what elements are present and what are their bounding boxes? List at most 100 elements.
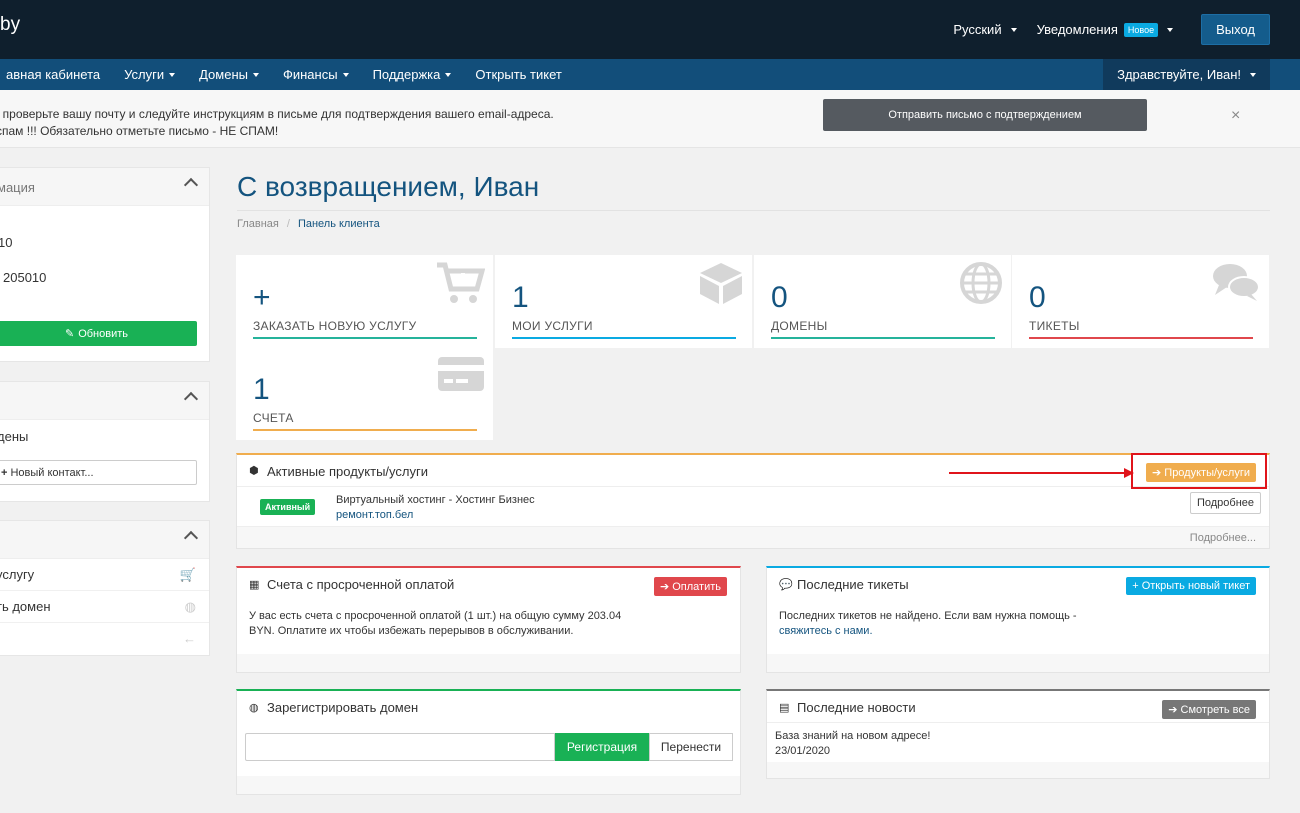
caret-down-icon <box>169 72 176 77</box>
cube-icon <box>700 263 742 304</box>
panel-footer <box>237 776 740 794</box>
nav-item-finance[interactable]: Финансы <box>271 67 361 82</box>
register-domain-panel: ◍ Зарегистрировать домен Регистрация Пер… <box>236 689 741 795</box>
news-title: База знаний на новом адресе! <box>775 730 931 742</box>
alert-text: , проверьте вашу почту и следуйте инстру… <box>0 106 554 140</box>
more-link[interactable]: Подробнее... <box>1190 532 1256 544</box>
panel-header: ▦ Счета с просроченной оплатой ➔ Оплатит… <box>237 568 740 600</box>
newspaper-icon: ▤ <box>779 702 790 714</box>
tile-number: 1 <box>512 281 529 314</box>
globe-icon <box>960 262 1002 304</box>
email-verify-alert: , проверьте вашу почту и следуйте инстру… <box>0 90 1300 148</box>
user-menu[interactable]: Здравствуйте, Иван! <box>1103 59 1270 90</box>
contacts-row: дены <box>0 429 29 444</box>
panel-title: Зарегистрировать домен <box>267 700 419 715</box>
calculator-icon: ▦ <box>249 579 260 591</box>
sidebar-info-header[interactable]: мация <box>0 168 209 206</box>
panel-footer <box>767 762 1269 778</box>
panel-header: ⬢ Активные продукты/услуги ➔ Продукты/ус… <box>237 455 1269 487</box>
shortcut-logout[interactable]: ← <box>0 623 209 655</box>
annotation-arrow-line <box>949 472 1133 474</box>
notifications-label: Уведомления <box>1036 22 1118 37</box>
globe-icon: ◍ <box>184 599 196 614</box>
tile-order-service[interactable]: + ЗАКАЗАТЬ НОВУЮ УСЛУГУ <box>236 255 493 348</box>
tile-underline <box>771 337 995 339</box>
close-icon[interactable]: × <box>1231 107 1240 125</box>
nav-item-open-ticket[interactable]: Открыть тикет <box>463 67 573 82</box>
sidebar-contacts-header[interactable] <box>0 382 209 420</box>
button-label: Оплатить <box>672 581 721 593</box>
tile-underline <box>253 337 477 339</box>
chevron-up-icon[interactable] <box>183 530 199 546</box>
sidebar-shortcuts-header[interactable] <box>0 521 209 559</box>
tile-underline <box>1029 337 1253 339</box>
latest-news-panel: ▤ Последние новости ➔ Смотреть все База … <box>766 689 1270 779</box>
view-all-button[interactable]: ➔ Смотреть все <box>1162 700 1256 719</box>
news-date: 23/01/2020 <box>775 745 831 757</box>
product-domain-link[interactable]: ремонт.топ.бел <box>336 508 535 523</box>
send-verification-button[interactable]: Отправить письмо с подтверждением <box>823 99 1147 131</box>
nav-label: Домены <box>199 67 248 82</box>
panel-title: Последние новости <box>797 700 916 715</box>
details-button[interactable]: Подробнее <box>1189 492 1261 514</box>
nav-label: Услуги <box>124 67 165 82</box>
nav-label: Поддержка <box>372 67 441 82</box>
top-right-menu: Русский Уведомления Новое Выход <box>953 0 1270 59</box>
chevron-up-icon[interactable] <box>183 177 199 193</box>
contact-us-link[interactable]: свяжитесь с нами. <box>779 624 1077 639</box>
tile-my-services[interactable]: 1 МОИ УСЛУГИ <box>495 255 752 348</box>
panel-title: Последние тикеты <box>797 577 909 592</box>
overdue-line-2: BYN. Оплатите их чтобы избежать перерыво… <box>249 625 574 637</box>
tickets-text: Последних тикетов не найдено. Если вам н… <box>779 609 1077 639</box>
nav-label: авная кабинета <box>6 67 101 82</box>
notifications-badge: Новое <box>1123 22 1159 37</box>
register-button[interactable]: Регистрация <box>555 733 649 761</box>
breadcrumb-home[interactable]: Главная <box>237 218 279 230</box>
transfer-button[interactable]: Перенести <box>649 733 733 761</box>
notifications-dropdown[interactable]: Уведомления Новое <box>1037 22 1174 37</box>
cube-icon: ⬢ <box>249 465 259 477</box>
tile-invoices[interactable]: 1 СЧЕТА <box>236 347 493 440</box>
tile-label: МОИ УСЛУГИ <box>512 319 593 333</box>
news-item[interactable]: База знаний на новом адресе! 23/01/2020 <box>775 729 930 759</box>
language-dropdown[interactable]: Русский <box>953 22 1017 37</box>
arrow-right-icon: ➔ <box>659 581 670 593</box>
nav-item-home[interactable]: авная кабинета <box>0 67 112 82</box>
open-new-ticket-button[interactable]: + Открыть новый тикет <box>1126 577 1256 595</box>
comments-icon: 💬 <box>779 579 793 591</box>
annotation-highlight-box <box>1131 453 1267 489</box>
sidebar-contacts-panel: дены + Новый контакт... <box>0 381 210 502</box>
shortcut-register-domain[interactable]: ть домен ◍ <box>0 591 209 623</box>
tile-label: ЗАКАЗАТЬ НОВУЮ УСЛУГУ <box>253 319 417 333</box>
caret-down-icon <box>1167 27 1174 32</box>
tile-tickets[interactable]: 0 ТИКЕТЫ <box>1012 255 1269 348</box>
button-label: Открыть новый тикет <box>1141 580 1250 592</box>
caret-down-icon <box>252 72 259 77</box>
overdue-line-1: У вас есть счета с просроченной оплатой … <box>249 610 622 622</box>
breadcrumb-current: Панель клиента <box>297 218 380 230</box>
domain-search-input[interactable] <box>245 733 555 761</box>
product-name: Виртуальный хостинг - Хостинг Бизнес <box>336 494 535 506</box>
alert-line-1: , проверьте вашу почту и следуйте инстру… <box>0 107 554 121</box>
logo[interactable]: by <box>0 14 20 36</box>
nav-item-services[interactable]: Услуги <box>112 67 187 82</box>
panel-header: ▤ Последние новости ➔ Смотреть все <box>767 691 1269 723</box>
nav-item-domains[interactable]: Домены <box>187 67 271 82</box>
panel-footer <box>237 654 740 672</box>
new-contact-button[interactable]: + Новый контакт... <box>0 460 197 485</box>
tile-domains[interactable]: 0 ДОМЕНЫ <box>754 255 1011 348</box>
update-button[interactable]: ✎ Обновить <box>0 321 197 346</box>
sidebar-shortcuts-panel: услугу 🛒 ть домен ◍ ← <box>0 520 210 656</box>
pay-button[interactable]: ➔ Оплатить <box>653 577 727 596</box>
caret-down-icon <box>1250 72 1256 77</box>
tile-underline <box>253 429 477 431</box>
nav-item-support[interactable]: Поддержка <box>361 67 464 82</box>
caret-down-icon <box>445 72 452 77</box>
chevron-up-icon[interactable] <box>183 391 199 407</box>
info-line-1: 10 <box>0 235 13 250</box>
language-label: Русский <box>953 22 1002 37</box>
panel-title: Счета с просроченной оплатой <box>267 577 455 592</box>
shortcut-order-service[interactable]: услугу 🛒 <box>0 559 209 591</box>
logout-button[interactable]: Выход <box>1201 14 1270 45</box>
tile-number: 1 <box>253 373 270 406</box>
